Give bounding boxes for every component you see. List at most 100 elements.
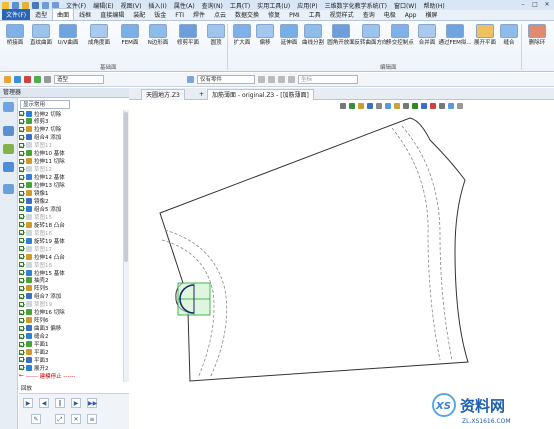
snap-icon[interactable]: [258, 76, 265, 83]
tab-wireframe[interactable]: 线框: [75, 9, 95, 20]
history-icon[interactable]: [3, 102, 14, 112]
tab-modeling[interactable]: 造型: [31, 9, 51, 20]
move-icon[interactable]: ⤢: [55, 414, 65, 424]
settings-icon[interactable]: [44, 76, 51, 83]
visibility-checkbox[interactable]: [19, 126, 24, 132]
tab-repair[interactable]: 修复: [264, 9, 284, 20]
edit-icon[interactable]: ✎: [31, 414, 41, 424]
tab-tools[interactable]: 工具: [305, 9, 325, 20]
visibility-checkbox[interactable]: [19, 270, 24, 275]
tree-item[interactable]: 组合4 添加: [19, 134, 61, 141]
offset-button[interactable]: 偏移: [252, 24, 278, 47]
visibility-checkbox[interactable]: [19, 150, 24, 156]
tree-item[interactable]: 平面3: [19, 356, 49, 364]
tree-item[interactable]: ← ------ 建模停止 ------: [19, 372, 75, 380]
tree-item[interactable]: 镜像2: [19, 197, 49, 205]
tab-point-cloud[interactable]: 点云: [210, 9, 230, 20]
visibility-checkbox[interactable]: [19, 277, 24, 283]
open-file-icon[interactable]: [22, 1, 29, 9]
model-canvas[interactable]: [129, 100, 554, 429]
tree-item[interactable]: 阵列6: [19, 317, 49, 324]
visibility-checkbox[interactable]: [19, 166, 24, 172]
tree-item[interactable]: 草图15: [19, 213, 52, 221]
manager-display-combo[interactable]: 显示常用: [20, 100, 70, 109]
tree-scroll-thumb[interactable]: [124, 112, 128, 262]
n-sided-surface-button[interactable]: N边形面: [143, 24, 173, 47]
fillet-open-surface-button[interactable]: 圆角开放面: [326, 24, 356, 47]
tree-item[interactable]: 旋转19 基体: [19, 237, 65, 245]
visibility-checkbox[interactable]: [19, 214, 24, 220]
merge-surface-button[interactable]: 合并面: [414, 24, 440, 47]
mode-combo[interactable]: 造型: [54, 75, 104, 84]
play-end-icon[interactable]: ▶▶: [87, 398, 97, 408]
axis-icon[interactable]: [278, 76, 285, 83]
close-icon[interactable]: ✕: [542, 1, 552, 9]
play-start-icon[interactable]: ▶: [23, 398, 33, 408]
visibility-checkbox[interactable]: [19, 254, 24, 260]
visibility-checkbox[interactable]: [19, 285, 24, 291]
save-icon[interactable]: [32, 1, 39, 9]
maximize-icon[interactable]: □: [530, 1, 540, 9]
tree-item[interactable]: 旋转18 凸台: [19, 221, 65, 229]
tab-visual-style[interactable]: 视觉样式: [326, 9, 358, 20]
tree-item[interactable]: 阵列5: [19, 285, 49, 292]
visibility-checkbox[interactable]: [19, 262, 24, 268]
filter-combo[interactable]: 仅有零件: [197, 75, 255, 84]
stitch-button[interactable]: 缝合: [496, 24, 522, 47]
visibility-checkbox[interactable]: [19, 309, 24, 315]
coordinate-input[interactable]: 坐标: [298, 75, 358, 84]
filter-icon[interactable]: [14, 76, 21, 83]
undo-icon[interactable]: [42, 1, 49, 9]
ruled-surface-button[interactable]: 直纹曲面: [28, 24, 54, 47]
unfold-plane-button[interactable]: 展开平面: [472, 24, 498, 47]
visibility-checkbox[interactable]: [19, 174, 24, 180]
transfer-control-points-button[interactable]: 移交控制点: [386, 24, 414, 47]
visibility-checkbox[interactable]: [19, 301, 24, 307]
tree-item[interactable]: 拉伸7 切除: [19, 126, 61, 133]
visibility-checkbox[interactable]: [19, 190, 24, 196]
visibility-checkbox[interactable]: [19, 118, 24, 124]
pick-icon[interactable]: [4, 76, 11, 83]
tree-item[interactable]: 平面1: [19, 341, 49, 348]
tree-item[interactable]: 草图12: [19, 166, 52, 173]
visibility-checkbox[interactable]: [19, 357, 24, 363]
tree-item[interactable]: 草图19: [19, 301, 52, 308]
dome-button[interactable]: 圆顶: [203, 24, 229, 47]
tree-item[interactable]: 展开2: [19, 364, 49, 372]
visibility-checkbox[interactable]: [19, 222, 24, 228]
tree-item[interactable]: 拉伸16 切除: [19, 309, 65, 316]
tab-app[interactable]: App: [401, 11, 421, 20]
new-file-icon[interactable]: [12, 1, 19, 9]
tree-item[interactable]: 草图18: [19, 261, 52, 269]
tree-item[interactable]: 曲面3 偏移: [19, 325, 61, 332]
tab-pmi[interactable]: PMI: [285, 11, 304, 20]
delete-icon[interactable]: ✕: [71, 414, 81, 424]
tree-item[interactable]: 镜像1: [19, 190, 49, 197]
visibility-checkbox[interactable]: [19, 246, 24, 252]
tab-document-active[interactable]: 加筋薄面 - original.Z3 - [加筋薄面]: [207, 89, 314, 100]
tree-item[interactable]: 拉伸14 凸台: [19, 253, 65, 261]
visibility-checkbox[interactable]: [19, 325, 24, 331]
list-icon[interactable]: ≡: [87, 414, 97, 424]
fem-fit-button[interactable]: 通过FEM拟...: [438, 24, 472, 47]
visibility-checkbox[interactable]: [19, 349, 24, 355]
angled-surface-button[interactable]: 成角度面: [84, 24, 114, 47]
tab-assembly[interactable]: 装配: [129, 9, 149, 20]
tab-surface[interactable]: 曲面: [52, 8, 75, 20]
tab-sheet-metal[interactable]: 钣金: [150, 9, 170, 20]
tab-data-exchange[interactable]: 数据交换: [231, 9, 263, 20]
delete-loop-button[interactable]: 删除环: [524, 24, 550, 47]
visibility-checkbox[interactable]: [19, 111, 24, 116]
tree-item[interactable]: 拉伸11 切除: [19, 158, 65, 165]
grid-icon[interactable]: [268, 76, 275, 83]
visibility-checkbox[interactable]: [19, 341, 24, 347]
tree-item[interactable]: 拉伸13 切除: [19, 182, 65, 189]
reverse-surface-direction-button[interactable]: 反转曲面方向: [355, 24, 388, 47]
minimize-icon[interactable]: –: [518, 1, 528, 9]
view-manager-icon[interactable]: [3, 162, 14, 172]
tree-item[interactable]: 抽壳2: [19, 277, 49, 284]
extend-surface-button[interactable]: 延伸面: [276, 24, 302, 47]
tree-item[interactable]: 拉伸12 基体: [19, 174, 65, 181]
visibility-checkbox[interactable]: [19, 158, 24, 164]
step-forward-icon[interactable]: ▶: [71, 398, 81, 408]
